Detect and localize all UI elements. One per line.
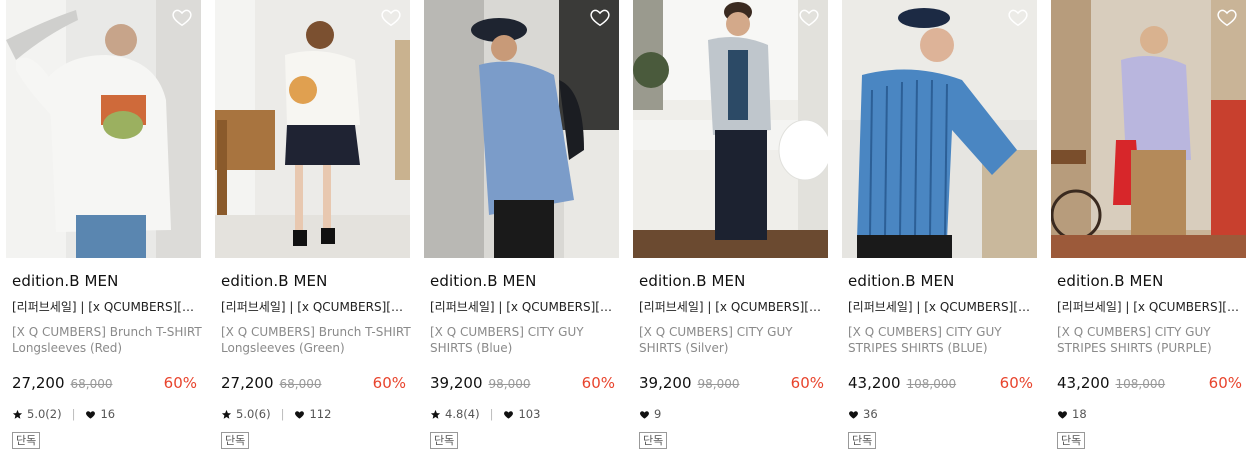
original-price: 108,000 [906, 377, 957, 391]
sale-price: 39,200 [639, 374, 692, 392]
likes-count: 16 [100, 407, 116, 421]
rating-text: 4.8(4) [445, 407, 480, 421]
review-stats: 4.8(4) | 103 [430, 407, 540, 421]
wishlist-heart-icon[interactable] [798, 6, 820, 28]
review-stats: 9 [639, 407, 661, 421]
discount-rate: 60% [581, 374, 615, 392]
product-image[interactable] [215, 0, 410, 258]
brand-name[interactable]: edition.B MEN [1057, 272, 1163, 290]
wishlist-heart-icon[interactable] [1007, 6, 1029, 28]
product-card[interactable]: edition.B MEN [리퍼브세일] | [x QCUMBERS][2..… [842, 0, 1037, 468]
price-row: 39,200 98,000 [639, 374, 740, 392]
product-name[interactable]: [X Q CUMBERS] Brunch T-SHIRT Longsleeves… [221, 324, 413, 356]
promo-tag: [리퍼브세일] | [x QCUMBERS][2... [430, 300, 618, 314]
product-card[interactable]: edition.B MEN [리퍼브세일] | [x QCUMBERS][2..… [1051, 0, 1246, 468]
divider: | [489, 407, 494, 421]
product-image[interactable] [424, 0, 619, 258]
likes-count: 18 [1072, 407, 1087, 421]
brand-name[interactable]: edition.B MEN [430, 272, 536, 290]
promo-tag: [리퍼브세일] | [x QCUMBERS][2... [12, 300, 200, 314]
divider: | [71, 407, 76, 421]
likes-count: 36 [863, 407, 878, 421]
brand-name[interactable]: edition.B MEN [848, 272, 954, 290]
product-card[interactable]: edition.B MEN [리퍼브세일] | [x QCUMBERS][2..… [633, 0, 828, 468]
likes-count: 112 [309, 407, 332, 421]
discount-rate: 60% [1208, 374, 1242, 392]
wishlist-heart-icon[interactable] [1216, 6, 1238, 28]
review-stats: 5.0(2) | 16 [12, 407, 115, 421]
exclusive-badge: 단독 [639, 432, 668, 449]
product-card[interactable]: edition.B MEN [리퍼브세일] | [x QCUMBERS][2..… [6, 0, 204, 468]
wishlist-heart-icon[interactable] [380, 6, 402, 28]
product-name[interactable]: [X Q CUMBERS] CITY GUY STRIPES SHIRTS (B… [848, 324, 1040, 356]
product-name[interactable]: [X Q CUMBERS] CITY GUY SHIRTS (Blue) [430, 324, 622, 356]
likes-count: 103 [518, 407, 541, 421]
exclusive-badge: 단독 [221, 432, 250, 449]
price-row: 27,200 68,000 [221, 374, 322, 392]
product-image[interactable] [1051, 0, 1246, 258]
sale-price: 43,200 [1057, 374, 1110, 392]
exclusive-badge: 단독 [12, 432, 41, 449]
discount-rate: 60% [790, 374, 824, 392]
product-image[interactable] [842, 0, 1037, 258]
price-row: 43,200 108,000 [1057, 374, 1165, 392]
original-price: 98,000 [488, 377, 531, 391]
discount-rate: 60% [163, 374, 197, 392]
wishlist-heart-icon[interactable] [171, 6, 193, 28]
original-price: 68,000 [70, 377, 113, 391]
product-image[interactable] [6, 0, 201, 258]
discount-rate: 60% [999, 374, 1033, 392]
heart-filled-icon [86, 410, 96, 419]
discount-rate: 60% [372, 374, 406, 392]
original-price: 98,000 [697, 377, 740, 391]
product-name[interactable]: [X Q CUMBERS] CITY GUY SHIRTS (Silver) [639, 324, 831, 356]
product-grid: edition.B MEN [리퍼브세일] | [x QCUMBERS][2..… [6, 0, 1246, 468]
heart-filled-icon [640, 410, 649, 419]
rating-text: 5.0(2) [27, 407, 62, 421]
exclusive-badge: 단독 [848, 432, 877, 449]
promo-tag: [리퍼브세일] | [x QCUMBERS][2... [639, 300, 827, 314]
star-icon [221, 409, 232, 419]
review-stats: 5.0(6) | 112 [221, 407, 331, 421]
product-card[interactable]: edition.B MEN [리퍼브세일] | [x QCUMBERS][2..… [424, 0, 619, 468]
likes-count: 9 [654, 407, 662, 421]
review-stats: 18 [1057, 407, 1087, 421]
divider: | [280, 407, 285, 421]
heart-filled-icon [849, 410, 858, 419]
product-card[interactable]: edition.B MEN [리퍼브세일] | [x QCUMBERS][2..… [215, 0, 413, 468]
product-name[interactable]: [X Q CUMBERS] CITY GUY STRIPES SHIRTS (P… [1057, 324, 1249, 356]
sale-price: 27,200 [12, 374, 65, 392]
product-image[interactable] [633, 0, 828, 258]
price-row: 27,200 68,000 [12, 374, 113, 392]
heart-filled-icon [504, 410, 514, 419]
exclusive-badge: 단독 [1057, 432, 1086, 449]
heart-filled-icon [295, 410, 305, 419]
sale-price: 43,200 [848, 374, 901, 392]
brand-name[interactable]: edition.B MEN [639, 272, 745, 290]
price-row: 39,200 98,000 [430, 374, 531, 392]
original-price: 68,000 [279, 377, 322, 391]
product-name[interactable]: [X Q CUMBERS] Brunch T-SHIRT Longsleeves… [12, 324, 204, 356]
star-icon [430, 409, 441, 419]
star-icon [12, 409, 23, 419]
sale-price: 27,200 [221, 374, 274, 392]
original-price: 108,000 [1115, 377, 1166, 391]
exclusive-badge: 단독 [430, 432, 459, 449]
promo-tag: [리퍼브세일] | [x QCUMBERS][2... [848, 300, 1036, 314]
promo-tag: [리퍼브세일] | [x QCUMBERS][2... [221, 300, 409, 314]
brand-name[interactable]: edition.B MEN [221, 272, 327, 290]
review-stats: 36 [848, 407, 878, 421]
rating-text: 5.0(6) [236, 407, 271, 421]
heart-filled-icon [1058, 410, 1067, 419]
promo-tag: [리퍼브세일] | [x QCUMBERS][2... [1057, 300, 1245, 314]
brand-name[interactable]: edition.B MEN [12, 272, 118, 290]
wishlist-heart-icon[interactable] [589, 6, 611, 28]
sale-price: 39,200 [430, 374, 483, 392]
price-row: 43,200 108,000 [848, 374, 956, 392]
